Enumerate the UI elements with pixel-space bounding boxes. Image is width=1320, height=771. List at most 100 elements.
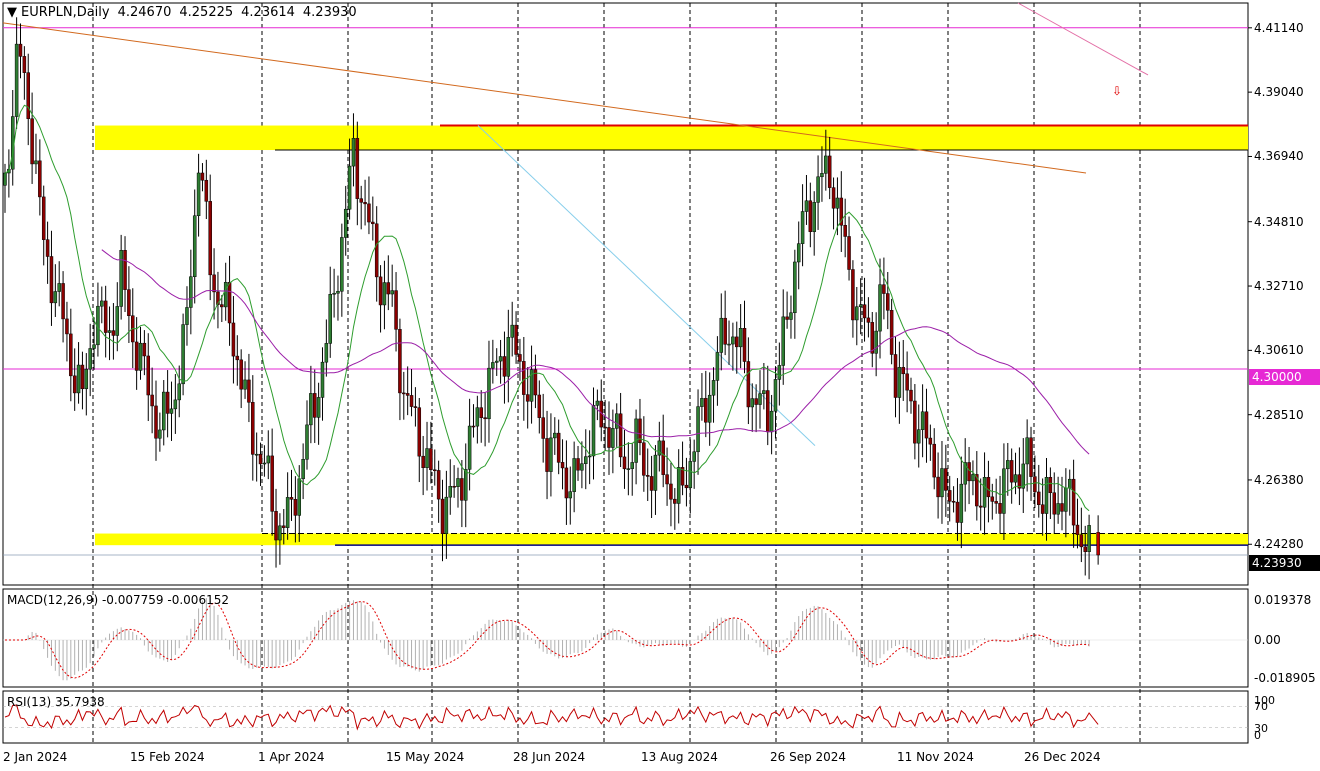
candle-body	[669, 483, 673, 500]
candle-body	[53, 291, 58, 304]
price-chart[interactable]: ⇩	[0, 0, 1320, 771]
level-price-tag: 4.30000	[1249, 369, 1320, 385]
macd-label: MACD(12,26,9) -0.007759 -0.006152	[7, 593, 229, 607]
candle-body	[374, 223, 379, 278]
candle-body	[475, 407, 480, 427]
candle-body	[41, 196, 46, 240]
candle-body	[967, 462, 971, 482]
candle-body	[378, 276, 383, 306]
candle-body	[1087, 525, 1091, 552]
candle-body	[862, 304, 867, 319]
candle-body	[38, 160, 42, 198]
candle-body	[851, 269, 855, 321]
candle-body	[142, 342, 147, 357]
x-tick-label: 26 Dec 2024	[1024, 750, 1101, 764]
candle-body	[978, 505, 983, 508]
x-tick-label: 15 Feb 2024	[130, 750, 205, 764]
candle-body	[769, 410, 774, 433]
x-tick-label: 11 Nov 2024	[897, 750, 974, 764]
candle-body	[49, 256, 54, 304]
candle-body	[1083, 546, 1087, 552]
candle-body	[549, 437, 553, 472]
candle-body	[320, 361, 325, 398]
candle-body	[584, 456, 588, 464]
candle-body	[518, 354, 522, 362]
candle-body	[14, 43, 19, 117]
candle-body	[192, 215, 197, 277]
candle-body	[758, 393, 762, 405]
candle-body	[1075, 524, 1080, 535]
candle-body	[901, 367, 905, 375]
candle-body	[274, 511, 278, 541]
candle-body	[1067, 478, 1072, 489]
candle-body	[398, 329, 402, 394]
candle-body	[878, 284, 882, 332]
candle-body	[111, 330, 116, 336]
candle-body	[727, 343, 731, 346]
candle-body	[1029, 437, 1033, 477]
candle-body	[645, 475, 650, 477]
candle-body	[305, 424, 309, 460]
y-tick-label: 4.34810	[1254, 214, 1304, 229]
candle-body	[444, 496, 449, 534]
candle-body	[69, 333, 73, 377]
candle-body	[324, 343, 329, 363]
candle-body	[928, 437, 933, 445]
candle-body	[998, 503, 1002, 514]
candle-body	[1009, 460, 1014, 483]
candle-body	[189, 276, 193, 308]
macd-y-tick-label: 0.00	[1254, 633, 1281, 647]
low-value: 4.23614	[241, 5, 295, 20]
candle-body	[986, 477, 991, 498]
candle-body	[595, 400, 600, 406]
candle-body	[1079, 534, 1084, 548]
candle-body	[1056, 503, 1060, 515]
candle-body	[711, 380, 716, 396]
candle-body	[587, 455, 592, 458]
candle-body	[491, 362, 495, 369]
candle-body	[1071, 478, 1076, 526]
candle-body	[1021, 463, 1026, 489]
candle-body	[1013, 474, 1018, 483]
candle-body	[239, 359, 243, 390]
candle-body	[982, 477, 987, 508]
candle-body	[460, 478, 464, 501]
candle-body	[146, 355, 151, 396]
candle-body	[367, 203, 371, 223]
candle-body	[247, 379, 251, 403]
candle-body	[402, 392, 406, 395]
candle-body	[676, 467, 681, 504]
candle-body	[417, 407, 422, 457]
candle-body	[626, 468, 631, 470]
candle-body	[289, 497, 294, 500]
candle-body	[262, 462, 267, 465]
y-tick-label: 4.28510	[1254, 407, 1304, 422]
candle-body	[866, 317, 871, 323]
candle-body	[258, 453, 263, 465]
candle-body	[436, 470, 441, 500]
candle-body	[212, 274, 216, 293]
candle-body	[560, 462, 565, 469]
candle-body	[332, 292, 336, 295]
candle-body	[138, 342, 143, 371]
candle-body	[553, 432, 557, 439]
candle-body	[696, 406, 700, 453]
candle-body	[735, 336, 739, 348]
candle-body	[1002, 468, 1006, 514]
candle-body	[227, 282, 232, 324]
candle-body	[115, 306, 120, 336]
candle-body	[165, 391, 170, 414]
y-tick-label: 4.30610	[1254, 343, 1304, 358]
candle-body	[994, 501, 998, 504]
candle-body	[944, 468, 948, 491]
candle-body	[243, 379, 247, 390]
candle-body	[158, 429, 162, 439]
candle-body	[502, 356, 507, 377]
candle-body	[270, 455, 274, 512]
candle-body	[812, 202, 816, 232]
candle-body	[266, 455, 271, 464]
chart-header: ▼ EURPLN,Daily 4.24670 4.25225 4.23614 4.2393…	[7, 5, 357, 20]
collapse-triangle-icon[interactable]: ▼	[7, 5, 17, 20]
rsi-y-tick-label: 0	[1254, 729, 1261, 742]
candle-body	[831, 187, 836, 209]
